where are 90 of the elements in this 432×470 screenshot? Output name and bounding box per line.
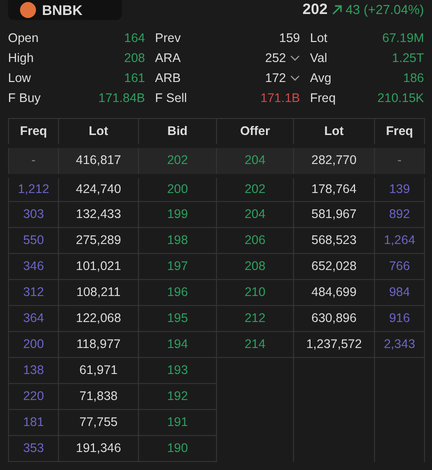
table-cell: 197 — [138, 254, 216, 280]
stat-label: Prev — [155, 30, 181, 47]
table-cell: 200 — [138, 176, 216, 202]
stat-label: Val — [310, 50, 328, 67]
table-cell: 2,343 — [374, 332, 424, 358]
stat-label: Open — [8, 30, 39, 47]
table-cell: 916 — [374, 306, 424, 332]
stat-value: 164 — [124, 30, 145, 47]
table-cell: - — [374, 146, 424, 176]
table-cell: 139 — [374, 176, 424, 202]
stat-value: 186 — [403, 70, 424, 87]
stat-value: 1.25T — [392, 50, 424, 67]
stat-label: F Buy — [8, 90, 41, 107]
table-cell: 303 — [8, 202, 58, 228]
table-cell: 416,817 — [58, 146, 138, 176]
table-cell: 77,755 — [58, 410, 138, 436]
table-cell: 190 — [138, 436, 216, 462]
table-cell: 202 — [138, 146, 216, 176]
table-cell: 195 — [138, 306, 216, 332]
table-cell: 275,289 — [58, 228, 138, 254]
stat-label: Freq — [310, 90, 336, 107]
table-cell: 568,523 — [294, 228, 374, 254]
table-cell: 181 — [8, 410, 58, 436]
table-cell: 364 — [8, 306, 58, 332]
table-cell: 550 — [8, 228, 58, 254]
table-cell: 200 — [8, 332, 58, 358]
table-cell: 108,211 — [58, 280, 138, 306]
table-cell: 194 — [138, 332, 216, 358]
chevron-down-icon[interactable] — [290, 54, 300, 62]
stat-label: Low — [8, 70, 31, 87]
table-cell: 192 — [138, 384, 216, 410]
stat-value: 252 — [265, 50, 286, 67]
table-cell: 122,068 — [58, 306, 138, 332]
table-cell: 312 — [8, 280, 58, 306]
table-cell: 282,770 — [294, 146, 374, 176]
stat-value: 208 — [124, 50, 145, 67]
table-cell: 191,346 — [58, 436, 138, 462]
table-cell: 892 — [374, 202, 424, 228]
table-cell: 346 — [8, 254, 58, 280]
table-cell: 204 — [216, 146, 294, 176]
table-cell: 101,021 — [58, 254, 138, 280]
stat-value: 159 — [279, 30, 300, 47]
stat-value: 210.15K — [377, 90, 424, 107]
stat-label: F Sell — [155, 90, 187, 107]
table-cell: - — [8, 146, 58, 176]
table-cell: 202 — [216, 176, 294, 202]
table-cell: 138 — [8, 358, 58, 384]
table-cell: 484,699 — [294, 280, 374, 306]
table-cell: 424,740 — [58, 176, 138, 202]
stat-value: 171.84B — [98, 90, 145, 107]
table-cell: 766 — [374, 254, 424, 280]
table-cell: 118,977 — [58, 332, 138, 358]
table-cell: 210 — [216, 280, 294, 306]
table-cell: 198 — [138, 228, 216, 254]
table-cell: 196 — [138, 280, 216, 306]
stat-label: High — [8, 50, 34, 67]
table-cell: 191 — [138, 410, 216, 436]
stat-label: ARA — [155, 50, 181, 67]
logo-icon — [20, 2, 36, 18]
table-cell: 581,967 — [294, 202, 374, 228]
table-cell: 193 — [138, 358, 216, 384]
table-cell: 1,264 — [374, 228, 424, 254]
last-price: 202 — [302, 0, 328, 20]
table-cell: 206 — [216, 228, 294, 254]
stock-symbol: BNBK — [42, 0, 82, 20]
table-cell: 353 — [8, 436, 58, 462]
stat-value: 171.1B — [260, 90, 300, 107]
stat-label: Lot — [310, 30, 328, 47]
price-change: 43 (+27.04%) — [346, 1, 424, 20]
table-cell: 214 — [216, 332, 294, 358]
stat-label: Avg — [310, 70, 332, 87]
table-cell: 199 — [138, 202, 216, 228]
table-cell: 178,764 — [294, 176, 374, 202]
table-cell: 208 — [216, 254, 294, 280]
stat-value: 172 — [265, 70, 286, 87]
table-cell: 1,212 — [8, 176, 58, 202]
table-cell: 1,237,572 — [294, 332, 374, 358]
table-cell: 204 — [216, 202, 294, 228]
stat-value: 161 — [124, 70, 145, 87]
table-cell: 61,971 — [58, 358, 138, 384]
table-cell: 630,896 — [294, 306, 374, 332]
table-cell: 71,838 — [58, 384, 138, 410]
table-cell: 984 — [374, 280, 424, 306]
chevron-down-icon[interactable] — [290, 74, 300, 82]
stat-value: 67.19M — [382, 30, 424, 47]
table-cell: 212 — [216, 306, 294, 332]
table-cell: 652,028 — [294, 254, 374, 280]
stat-label: ARB — [155, 70, 181, 87]
table-cell: 220 — [8, 384, 58, 410]
table-cell: 132,433 — [58, 202, 138, 228]
